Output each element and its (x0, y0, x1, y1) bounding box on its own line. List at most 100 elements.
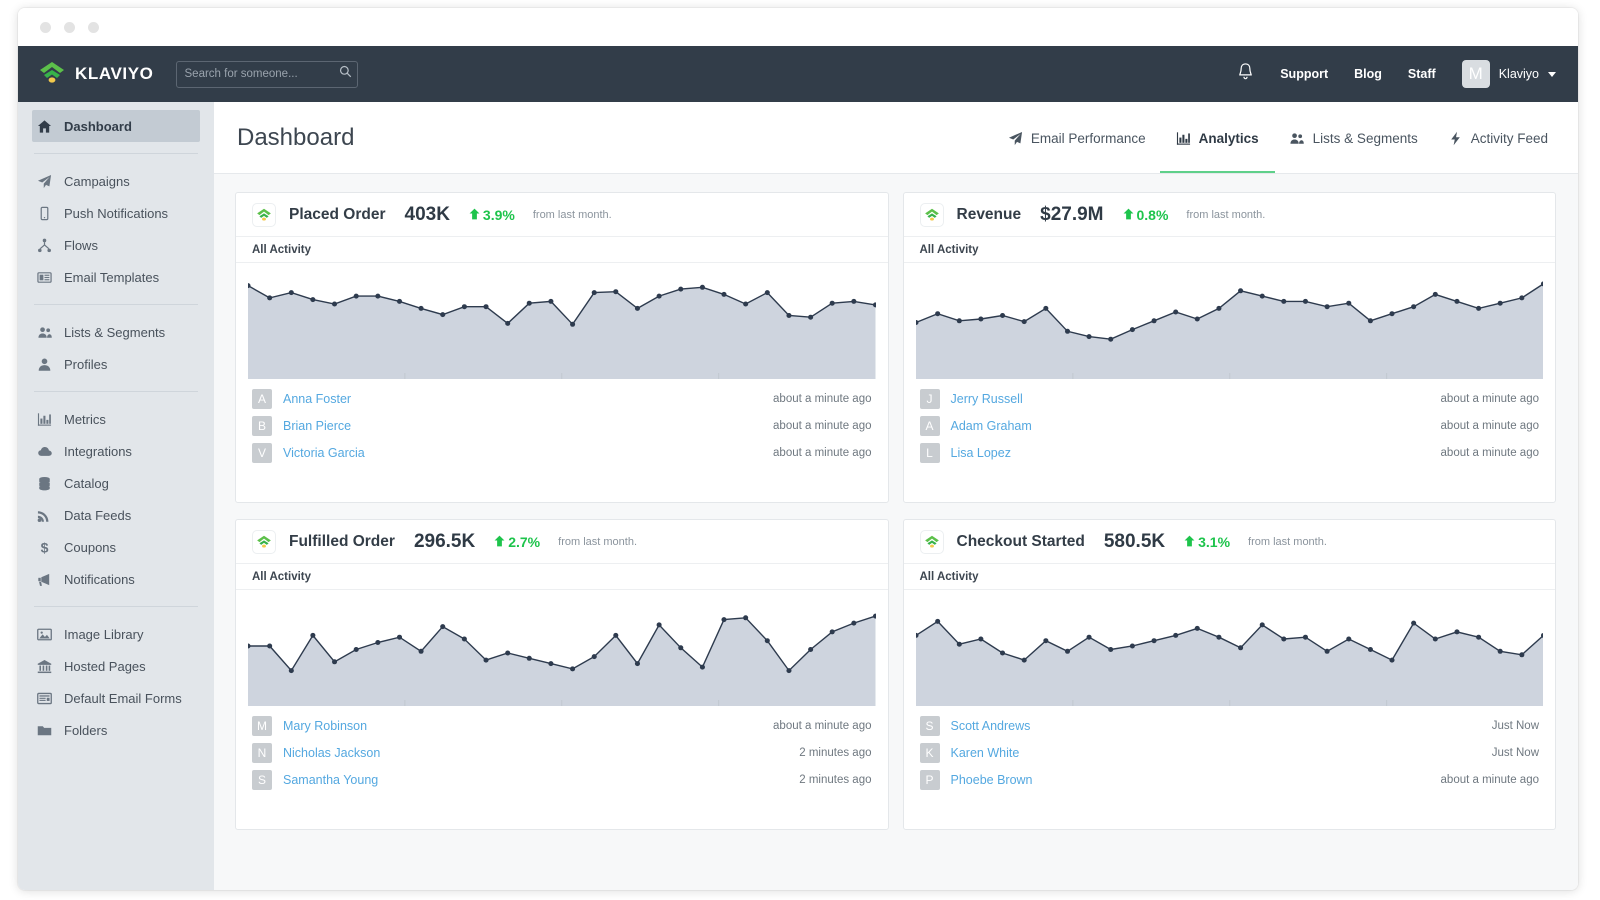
list-item: B Brian Pierce about a minute ago (252, 416, 872, 436)
timestamp: about a minute ago (773, 720, 872, 732)
sidebar-item-flows[interactable]: Flows (18, 229, 214, 261)
profile-link[interactable]: Jerry Russell (951, 392, 1023, 406)
sidebar-item-label: Notifications (64, 571, 135, 587)
timestamp: Just Now (1491, 747, 1539, 759)
search-input[interactable] (184, 68, 339, 80)
sidebar-item-label: Lists & Segments (64, 324, 166, 340)
avatar: B (252, 416, 272, 436)
metric-card-header: Fulfilled Order 296.5K 2.7% from last mo… (236, 520, 888, 564)
brand-logo[interactable]: KLAVIYO (38, 61, 154, 88)
sidebar-item-catalog[interactable]: Catalog (18, 467, 214, 499)
avatar: A (252, 389, 272, 409)
metric-delta: 0.8% (1123, 206, 1169, 223)
profile-link[interactable]: Mary Robinson (283, 719, 367, 733)
profile-link[interactable]: Victoria Garcia (283, 446, 365, 460)
sidebar-item-campaigns[interactable]: Campaigns (18, 165, 214, 197)
metric-name: Revenue (956, 205, 1022, 223)
sidebar-item-default-email-forms[interactable]: Default Email Forms (18, 682, 214, 714)
list-item: V Victoria Garcia about a minute ago (252, 443, 872, 463)
sidebar-divider (34, 304, 198, 305)
sidebar-item-label: Default Email Forms (64, 690, 182, 706)
home-icon (36, 119, 53, 134)
metric-delta-value: 3.1% (1198, 533, 1231, 550)
account-menu[interactable]: M Klaviyo (1461, 60, 1556, 88)
klaviyo-logo-icon (38, 61, 66, 88)
nav-link-support[interactable]: Support (1280, 67, 1328, 81)
nav-link-blog[interactable]: Blog (1354, 67, 1382, 81)
search-icon[interactable] (339, 65, 352, 83)
rss-icon (36, 508, 53, 523)
profile-link[interactable]: Samantha Young (283, 773, 378, 787)
sidebar-divider (34, 391, 198, 392)
top-navigation-bar: KLAVIYO Support Blog Staff M (18, 46, 1578, 102)
bar-chart-icon (1176, 131, 1191, 146)
profile-link[interactable]: Adam Graham (951, 419, 1032, 433)
sidebar-item-hosted-pages[interactable]: Hosted Pages (18, 650, 214, 682)
sidebar-item-push-notifications[interactable]: Push Notifications (18, 197, 214, 229)
sidebar-item-email-templates[interactable]: Email Templates (18, 261, 214, 293)
list-item: N Nicholas Jackson 2 minutes ago (252, 743, 872, 763)
bank-icon (36, 659, 53, 674)
metric-delta-value: 0.8% (1136, 206, 1169, 223)
arrow-up-icon (494, 535, 505, 549)
sidebar-item-integrations[interactable]: Integrations (18, 435, 214, 467)
sidebar-item-coupons[interactable]: $ Coupons (18, 531, 214, 563)
profile-link[interactable]: Anna Foster (283, 392, 351, 406)
top-nav-right: Support Blog Staff M Klaviyo (1237, 60, 1556, 88)
profile-link[interactable]: Scott Andrews (951, 719, 1031, 733)
profile-link[interactable]: Phoebe Brown (951, 773, 1033, 787)
tab-activity-feed[interactable]: Activity Feed (1448, 102, 1548, 174)
sidebar-item-folders[interactable]: Folders (18, 714, 214, 746)
profile-link[interactable]: Lisa Lopez (951, 446, 1011, 460)
paper-plane-icon (36, 174, 53, 189)
sidebar-item-label: Push Notifications (64, 205, 169, 221)
metric-delta: 3.9% (469, 207, 515, 223)
tab-analytics[interactable]: Analytics (1159, 102, 1275, 174)
all-activity-label: All Activity (903, 564, 1555, 590)
app-body: Dashboard Campaigns Push Notifications Flow… (18, 102, 1578, 890)
main-content: Dashboard Email Performance Analytics List… (214, 102, 1578, 890)
sidebar-item-image-library[interactable]: Image Library (18, 618, 214, 650)
all-activity-label: All Activity (903, 237, 1555, 263)
browser-window: KLAVIYO Support Blog Staff M (18, 8, 1578, 890)
window-maximize-dot[interactable] (88, 21, 99, 33)
page-header: Dashboard Email Performance Analytics List… (214, 102, 1578, 174)
sidebar-item-notifications[interactable]: Notifications (18, 563, 214, 595)
window-minimize-dot[interactable] (64, 21, 75, 33)
image-icon (36, 627, 53, 642)
nav-link-staff[interactable]: Staff (1408, 67, 1436, 81)
metric-card: Revenue $27.9M 0.8% from last month. All … (902, 192, 1556, 503)
search-box[interactable] (175, 60, 358, 88)
list-item: M Mary Robinson about a minute ago (252, 716, 872, 736)
avatar: V (252, 443, 272, 463)
list-item: S Scott Andrews Just Now (919, 716, 1539, 736)
all-activity-label: All Activity (236, 564, 888, 590)
profile-link[interactable]: Karen White (951, 746, 1020, 760)
list-item: J Jerry Russell about a minute ago (919, 389, 1539, 409)
paper-plane-icon (1008, 131, 1023, 146)
profile-link[interactable]: Nicholas Jackson (283, 746, 380, 760)
list-item: K Karen White Just Now (919, 743, 1539, 763)
sidebar-item-data-feeds[interactable]: Data Feeds (18, 499, 214, 531)
flow-icon (36, 238, 53, 253)
sidebar-item-label: Coupons (64, 539, 117, 555)
cloud-icon (36, 444, 53, 459)
timestamp: Just Now (1491, 720, 1539, 732)
arrow-up-icon (1184, 535, 1195, 549)
avatar: M (1461, 60, 1490, 88)
template-icon (36, 270, 53, 285)
notifications-bell-icon[interactable] (1237, 62, 1254, 86)
sidebar-item-profiles[interactable]: Profiles (18, 348, 214, 380)
klaviyo-metric-icon (252, 202, 276, 227)
profile-link[interactable]: Brian Pierce (283, 419, 351, 433)
chevron-down-icon[interactable] (1548, 71, 1556, 77)
window-close-dot[interactable] (40, 21, 51, 33)
tab-lists-segments[interactable]: Lists & Segments (1289, 102, 1418, 174)
list-item: A Anna Foster about a minute ago (252, 389, 872, 409)
sidebar-item-label: Profiles (64, 356, 108, 372)
sidebar-item-metrics[interactable]: Metrics (18, 403, 214, 435)
sidebar-item-lists-segments[interactable]: Lists & Segments (18, 316, 214, 348)
users-icon (36, 325, 53, 340)
tab-email-performance[interactable]: Email Performance (1008, 102, 1146, 174)
sidebar-item-dashboard[interactable]: Dashboard (32, 110, 200, 142)
